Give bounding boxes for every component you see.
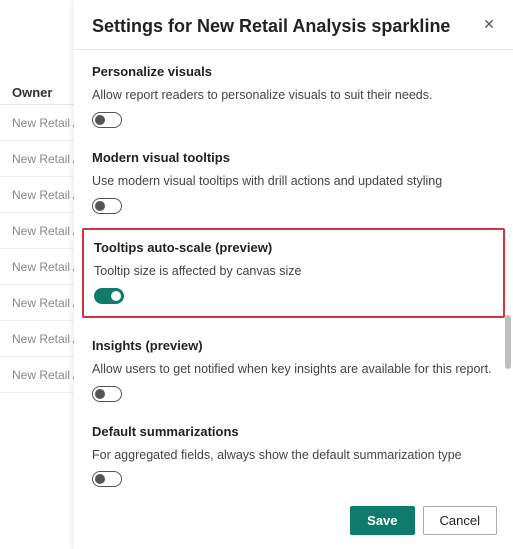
section-default-summarizations: Default summarizations For aggregated fi… bbox=[92, 412, 495, 497]
settings-panel: Settings for New Retail Analysis sparkli… bbox=[74, 0, 513, 549]
section-description: Allow users to get notified when key ins… bbox=[92, 361, 495, 378]
section-title: Personalize visuals bbox=[92, 64, 495, 79]
section-description: For aggregated fields, always show the d… bbox=[92, 447, 495, 464]
section-personalize-visuals: Personalize visuals Allow report readers… bbox=[92, 52, 495, 138]
personalize-visuals-toggle[interactable] bbox=[92, 112, 122, 128]
cancel-button[interactable]: Cancel bbox=[423, 506, 497, 535]
section-description: Allow report readers to personalize visu… bbox=[92, 87, 495, 104]
default-summarizations-toggle[interactable] bbox=[92, 471, 122, 487]
modern-tooltips-toggle[interactable] bbox=[92, 198, 122, 214]
panel-title: Settings for New Retail Analysis sparkli… bbox=[92, 16, 495, 37]
section-description: Tooltip size is affected by canvas size bbox=[94, 263, 493, 280]
insights-toggle[interactable] bbox=[92, 386, 122, 402]
section-title: Modern visual tooltips bbox=[92, 150, 495, 165]
close-icon[interactable]: ✕ bbox=[479, 14, 499, 34]
section-title: Insights (preview) bbox=[92, 338, 495, 353]
section-title: Default summarizations bbox=[92, 424, 495, 439]
scrollbar-thumb[interactable] bbox=[505, 315, 511, 369]
section-description: Use modern visual tooltips with drill ac… bbox=[92, 173, 495, 190]
section-insights: Insights (preview) Allow users to get no… bbox=[92, 326, 495, 412]
panel-footer: Save Cancel bbox=[74, 496, 513, 549]
tooltips-auto-scale-toggle[interactable] bbox=[94, 288, 124, 304]
section-modern-tooltips: Modern visual tooltips Use modern visual… bbox=[92, 138, 495, 224]
panel-body: Personalize visuals Allow report readers… bbox=[74, 49, 513, 496]
panel-header: Settings for New Retail Analysis sparkli… bbox=[74, 0, 513, 49]
save-button[interactable]: Save bbox=[350, 506, 414, 535]
section-title: Tooltips auto-scale (preview) bbox=[94, 240, 493, 255]
highlighted-section: Tooltips auto-scale (preview) Tooltip si… bbox=[82, 228, 505, 318]
